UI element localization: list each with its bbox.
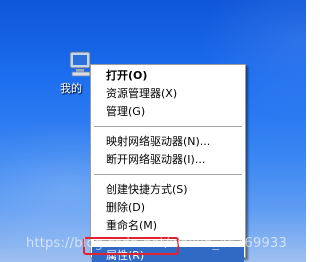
menu-item[interactable]: 管理(G)	[92, 103, 244, 121]
menu-item[interactable]: 打开(O)	[92, 67, 244, 85]
watermark-text: https://blog.csdn.net/weixin_46169933	[26, 236, 287, 251]
my-computer-label[interactable]: 我的	[60, 82, 82, 96]
menu-item[interactable]: 重命名(M)	[92, 217, 244, 235]
menu-item[interactable]: 创建快捷方式(S)	[92, 181, 244, 199]
menu-item[interactable]: 删除(D)	[92, 199, 244, 217]
menu-item[interactable]: 映射网络驱动器(N)...	[92, 133, 244, 151]
menu-item[interactable]: 断开网络驱动器(I)...	[92, 151, 244, 169]
menu-item[interactable]: 资源管理器(X)	[92, 85, 244, 103]
desktop-background[interactable]: 我的 打开(O) 资源管理器(X) 管理(G) 映射网络驱动器(N)... 断开网络驱动…	[0, 0, 306, 262]
menu-separator	[94, 126, 242, 127]
menu-separator	[94, 174, 242, 175]
context-menu: 打开(O) 资源管理器(X) 管理(G) 映射网络驱动器(N)... 断开网络驱动器(I…	[90, 64, 246, 262]
